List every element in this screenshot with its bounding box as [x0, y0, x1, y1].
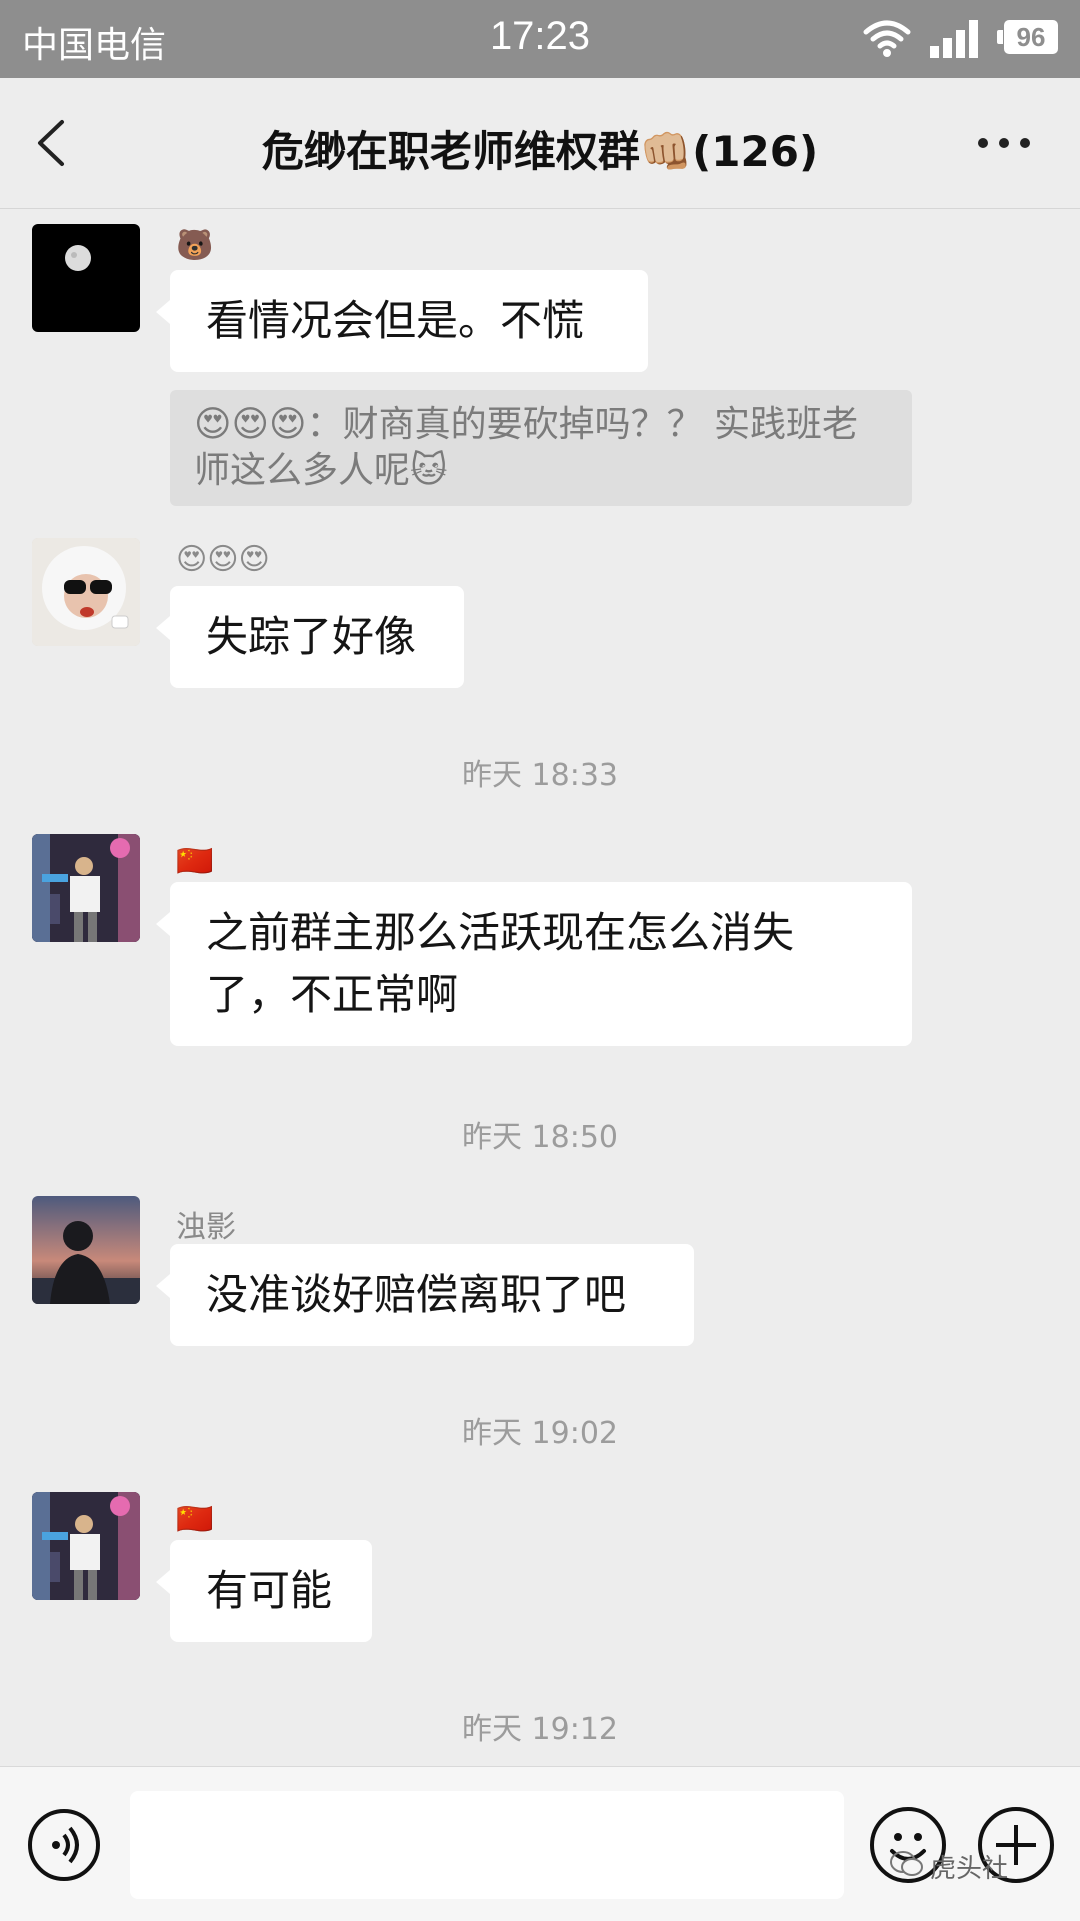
avatar[interactable] — [32, 1492, 140, 1600]
ellipsis-icon[interactable] — [975, 128, 1035, 158]
sender-name: 🐻 — [176, 228, 214, 263]
wifi-icon — [862, 18, 912, 63]
input-bar — [0, 1766, 1080, 1921]
sender-name: 😍😍😍 — [176, 542, 270, 577]
voice-icon[interactable] — [28, 1809, 100, 1881]
sender-name: 🇨🇳 — [176, 844, 214, 879]
message-list[interactable]: 🐻 看情况会但是。不慌 😍😍😍：财商真的要砍掉吗？？ 实践班老师这么多人呢🐱 😍… — [0, 208, 1080, 1766]
timestamp: 昨天 18:33 — [462, 758, 618, 793]
timestamp: 昨天 19:12 — [462, 1712, 618, 1747]
message-bubble[interactable]: 之前群主那么活跃现在怎么消失了，不正常啊 — [156, 882, 912, 1046]
sender-name: 浊影 — [176, 1210, 236, 1245]
signal-icon — [928, 18, 988, 63]
quote-author: 😍😍😍 — [194, 404, 307, 445]
message-bubble[interactable]: 失踪了好像 — [156, 586, 464, 688]
timestamp: 昨天 19:02 — [462, 1416, 618, 1451]
message-bubble[interactable]: 没准谈好赔偿离职了吧 — [156, 1244, 694, 1346]
message-bubble[interactable]: 有可能 — [156, 1540, 372, 1642]
quoted-message[interactable]: 😍😍😍：财商真的要砍掉吗？？ 实践班老师这么多人呢🐱 — [170, 390, 912, 506]
status-bar: 中国电信 17:23 96 — [0, 0, 1080, 78]
chevron-left-icon[interactable] — [30, 118, 80, 168]
chat-header: 危缈在职老师维权群👊🏼(126) — [0, 78, 1080, 209]
avatar[interactable] — [32, 224, 140, 332]
clock: 17:23 — [489, 14, 591, 58]
sender-name: 🇨🇳 — [176, 1502, 214, 1537]
wechat-logo-icon — [890, 1850, 924, 1882]
watermark: 虎头社 — [930, 1853, 1009, 1883]
message-input[interactable] — [130, 1791, 844, 1899]
avatar[interactable] — [32, 834, 140, 942]
timestamp: 昨天 18:50 — [462, 1120, 618, 1155]
avatar[interactable] — [32, 538, 140, 646]
battery-indicator: 96 — [997, 20, 1058, 54]
chat-title: 危缈在职老师维权群👊🏼(126) — [261, 127, 819, 176]
message-bubble[interactable]: 看情况会但是。不慌 — [156, 270, 648, 372]
avatar[interactable] — [32, 1196, 140, 1304]
